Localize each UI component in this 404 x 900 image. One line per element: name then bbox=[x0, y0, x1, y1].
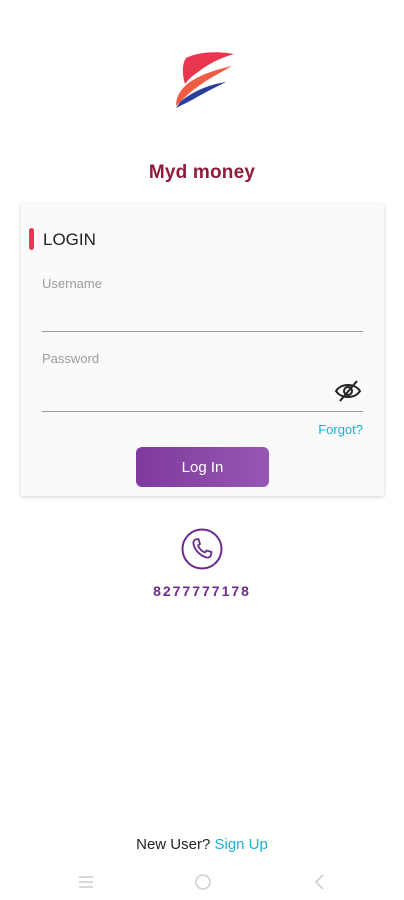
phone-icon[interactable] bbox=[181, 528, 223, 570]
login-button[interactable]: Log In bbox=[136, 447, 269, 487]
contact-phone-number[interactable]: 8277777178 bbox=[0, 583, 404, 599]
username-underline bbox=[42, 331, 363, 332]
password-field[interactable] bbox=[42, 380, 327, 406]
username-field[interactable] bbox=[42, 304, 362, 330]
eye-off-icon[interactable] bbox=[334, 379, 362, 403]
login-card: LOGIN Username Password Forgot? Log In bbox=[21, 204, 384, 496]
home-circle-icon[interactable] bbox=[193, 872, 213, 892]
password-label: Password bbox=[42, 351, 100, 366]
new-user-prompt: New User? bbox=[136, 836, 211, 853]
signup-row: New User? Sign Up bbox=[0, 836, 404, 853]
card-title: LOGIN bbox=[43, 230, 96, 249]
forgot-password-link[interactable]: Forgot? bbox=[318, 422, 363, 437]
card-accent-bar bbox=[29, 228, 34, 250]
brand-logo: Myd money bbox=[0, 48, 404, 183]
menu-icon[interactable] bbox=[76, 872, 96, 892]
password-underline bbox=[42, 411, 363, 412]
system-nav-bar bbox=[0, 864, 404, 900]
wing-logo-icon bbox=[176, 52, 234, 108]
signup-link[interactable]: Sign Up bbox=[214, 836, 267, 853]
brand-name: Myd money bbox=[148, 162, 256, 183]
username-label: Username bbox=[42, 276, 102, 291]
back-chevron-icon[interactable] bbox=[310, 872, 330, 892]
